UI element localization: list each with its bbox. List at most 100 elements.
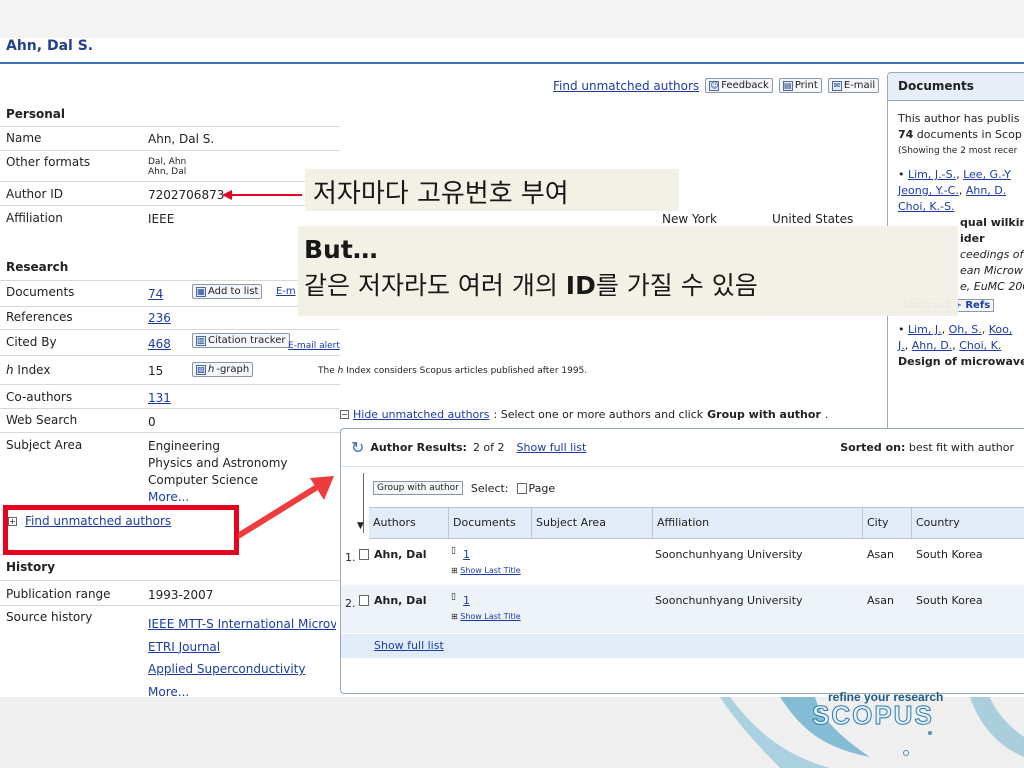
row-number: 2. [345,597,356,610]
author-link[interactable]: Ahn, D. [966,184,1006,197]
doc-icon: ▯ [451,546,456,556]
add-to-list-label: Add to list [208,286,259,297]
top-action-bar: Find unmatched authors ☺ Feedback ▤ Print … [553,78,880,93]
show-last-title-toggle[interactable]: ⊞ Show Last Title [451,612,521,621]
col-documents[interactable]: Documents [449,508,532,538]
author-link[interactable]: Lee, G.-Y [963,168,1011,181]
footer-show-full-list-link[interactable]: Show full list [374,639,444,652]
documents-alert-link[interactable]: E-m [276,286,296,297]
sorted-label: Sorted on: [840,441,906,454]
show-last-title-toggle[interactable]: ⊞ Show Last Title [451,566,521,575]
author-link[interactable]: Koo, [989,323,1013,336]
callout-but: But… [304,235,378,264]
email-alert-link[interactable]: E-mail alert [288,341,340,351]
select-page-checkbox[interactable]: Page [516,481,556,495]
divider [0,280,340,281]
documents-panel-title: Documents [888,73,1024,101]
other-formats-value-1: Dal, Ahn [148,157,187,167]
feedback-button[interactable]: ☺ Feedback [705,78,773,93]
print-label: Print [794,80,818,91]
author-link[interactable]: J. [898,339,905,352]
author-link[interactable]: Oh, S. [949,323,982,336]
panel-count-line: 74 documents in Scop [898,127,1022,143]
country-cell: South Korea [916,548,983,561]
callout-unique-id: 저자마다 고유번호 부여 [305,169,679,211]
doc-count-link[interactable]: 1 [463,548,470,561]
documents-label: Documents [6,285,75,299]
select-label: Select: [470,481,509,495]
col-authors[interactable]: Authors [369,508,449,538]
panel-authors-5: J., Ahn, D., Choi, K. [898,339,1002,352]
list-icon: ▦ [196,286,206,297]
h-index-note: The h Index considers Scopus articles pu… [318,366,587,376]
h-graph-button[interactable]: ▧ h -graph [192,362,254,377]
author-link[interactable]: Lim, J. [908,323,942,336]
history-header: History [6,560,56,574]
group-with-author-button[interactable]: Group with author [373,481,463,495]
h-index-value: 15 [148,364,164,378]
show-full-list-link[interactable]: Show full list [517,441,587,454]
select-page-label: Page [528,481,556,495]
coauthors-label: Co-authors [6,390,73,404]
source-link[interactable]: ETRI Journal [148,636,336,659]
coauthors-count-link[interactable]: 131 [148,391,171,405]
doc-title[interactable]: Design of microwave [898,354,1024,370]
col-city[interactable]: City [863,508,912,538]
panel-count: 74 [898,128,914,141]
hide-unmatched-link[interactable]: Hide unmatched authors [353,408,490,421]
author-link[interactable]: Choi, K.-S. [898,200,955,213]
print-button[interactable]: ▤ Print [778,78,822,93]
row-checkbox[interactable] [359,549,369,560]
add-to-list-button[interactable]: ▦ Add to list [192,284,263,299]
cited-by-count-link[interactable]: 468 [148,337,171,351]
col-subject-area[interactable]: Subject Area [532,508,653,538]
source-link[interactable]: Applied Superconductivity [148,658,336,681]
show-last-title-link[interactable]: Show Last Title [460,612,520,621]
results-table-header: Authors Documents Subject Area Affiliati… [369,507,1024,539]
sorted-value: best fit with author [908,441,1014,454]
printer-icon: ▤ [782,80,793,91]
doc-count-link[interactable]: 1 [463,594,470,607]
divider [0,408,340,409]
author-link[interactable]: Lim, J.-S. [908,168,956,181]
source-link[interactable]: IEEE MTT-S International Microv [148,613,336,636]
divider [0,150,340,151]
author-name[interactable]: Ahn, Dal [374,548,427,561]
callout-text: 같은 저자라도 여러 개의 [304,271,566,300]
table-row: 1. Ahn, Dal ▯ 1 ⊞ Show Last Title Soonch… [341,540,1024,585]
email-button[interactable]: ✉ E-mail [827,78,880,93]
refresh-icon: ↻ [351,438,365,457]
find-unmatched-link[interactable]: Find unmatched authors [553,79,699,93]
checkbox[interactable] [516,482,527,494]
page-title: Ahn, Dal S. [6,38,94,54]
divider [0,432,340,433]
affiliation-cell: Soonchunhyang University [655,594,803,607]
results-footer: Show full list [341,634,1024,658]
unmatched-instructions: − Hide unmatched authors: Select one or … [340,408,828,421]
highlight-box [3,505,239,555]
doc-icon: ▯ [451,592,456,602]
tracker-icon: ▥ [196,335,206,346]
row-checkbox[interactable] [359,595,369,606]
research-header: Research [6,260,69,274]
results-header: ↻ Author Results: 2 of 2 Show full list … [341,429,1024,467]
instruction-text: : Select one or more authors and click [493,408,704,421]
col-country[interactable]: Country [912,508,1024,538]
author-name[interactable]: Ahn, Dal [374,594,427,607]
author-link[interactable]: Choi, K. [959,339,1001,352]
red-arrow-diagonal [238,476,334,539]
author-link[interactable]: Jeong, Y.-C. [898,184,959,197]
divider [0,181,340,182]
references-count-link[interactable]: 236 [148,311,171,325]
citation-tracker-button[interactable]: ▥ Citation tracker [192,333,290,348]
show-last-title-link[interactable]: Show Last Title [460,566,520,575]
publication-range-value: 1993-2007 [148,588,214,602]
table-row: 2. Ahn, Dal ▯ 1 ⊞ Show Last Title Soonch… [341,585,1024,633]
web-search-label: Web Search [6,413,78,427]
h-index-label-rest: Index [13,363,51,377]
feedback-label: Feedback [721,80,769,91]
collapse-minus-icon: − [340,410,349,419]
author-link[interactable]: Ahn, D. [912,339,952,352]
documents-count-link[interactable]: 74 [148,287,163,301]
col-affiliation[interactable]: Affiliation [653,508,863,538]
